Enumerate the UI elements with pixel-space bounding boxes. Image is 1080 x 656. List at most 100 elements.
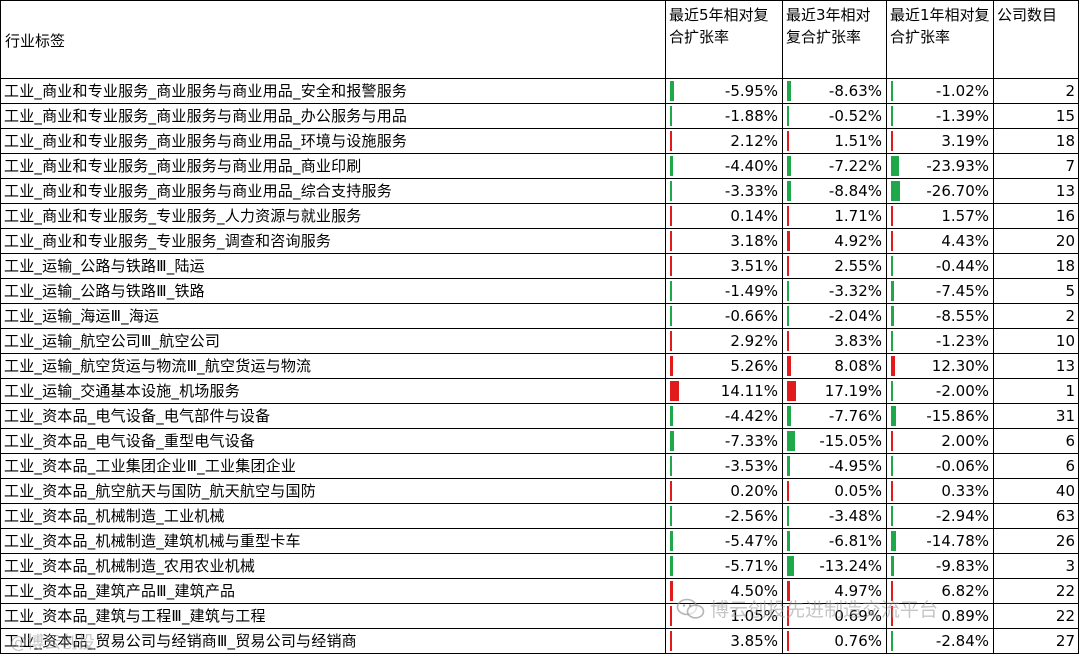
cell-value: 1.71% [834, 207, 882, 225]
row-company-count: 26 [993, 528, 1079, 554]
row-category-label: 工业_商业和专业服务_专业服务_人力资源与就业服务 [0, 203, 666, 229]
data-table-page: 行业标签 最近5年相对复合扩张率 最近3年相对复合扩张率 最近1年相对复合扩张率… [0, 0, 1080, 656]
table-row: 工业_资本品_工业集团企业Ⅲ_工业集团企业 -3.53% -4.95% -0.06% 6 [0, 453, 1079, 479]
databar [787, 456, 790, 476]
row-company-count: 27 [993, 628, 1079, 654]
cell-value: 17.19% [824, 382, 882, 400]
table-row: 工业_资本品_电气设备_重型电气设备 -7.33% -15.05% 2.00% 6 [0, 428, 1079, 454]
databar [787, 306, 789, 326]
databar [891, 406, 897, 426]
databar [787, 181, 792, 201]
industry-expansion-table: 行业标签 最近5年相对复合扩张率 最近3年相对复合扩张率 最近1年相对复合扩张率… [0, 0, 1079, 654]
cell-cagr-3y: -4.95% [782, 453, 887, 479]
cell-value: -26.70% [926, 182, 989, 200]
cell-value: -4.95% [828, 457, 882, 475]
row-category-label: 工业_资本品_航空航天与国防_航天航空与国防 [0, 478, 666, 504]
row-company-count: 18 [993, 128, 1079, 154]
row-category-label: 工业_运输_航空公司Ⅲ_航空公司 [0, 328, 666, 354]
cell-value: 0.33% [941, 482, 989, 500]
databar [891, 231, 893, 251]
databar [670, 531, 674, 551]
cell-cagr-1y: 2.00% [886, 428, 994, 454]
cell-cagr-1y: -0.44% [886, 253, 994, 279]
databar [670, 156, 673, 176]
wechat-icon [676, 598, 705, 619]
cell-cagr-5y: -5.71% [665, 553, 783, 579]
cell-value: 4.43% [941, 232, 989, 250]
cell-cagr-5y: 3.51% [665, 253, 783, 279]
table-row: 工业_商业和专业服务_商业服务与商业用品_商业印刷 -4.40% -7.22% -23… [0, 153, 1079, 179]
databar [891, 256, 893, 276]
cell-value: 12.30% [931, 357, 989, 375]
cell-value: -0.06% [935, 457, 989, 475]
row-category-label: 工业_资本品_电气设备_电气部件与设备 [0, 403, 666, 429]
databar [891, 356, 896, 376]
table-row: 工业_运输_公路与铁路Ⅲ_陆运 3.51% 2.55% -0.44% 18 [0, 253, 1079, 279]
row-company-count: 7 [993, 153, 1079, 179]
row-company-count: 5 [993, 278, 1079, 304]
row-category-label: 工业_资本品_机械制造_工业机械 [0, 503, 666, 529]
cell-cagr-1y: -15.86% [886, 403, 994, 429]
databar [787, 106, 789, 126]
cell-cagr-1y: -8.55% [886, 303, 994, 329]
cell-cagr-3y: -3.48% [782, 503, 887, 529]
databar [670, 456, 673, 476]
databar [787, 231, 790, 251]
cell-value: 2.00% [941, 432, 989, 450]
cell-cagr-1y: -9.83% [886, 553, 994, 579]
cell-value: -1.23% [935, 332, 989, 350]
watermark-right: 博云创投先进制造交流平台 [710, 599, 939, 621]
databar [787, 331, 789, 351]
cell-value: 8.08% [834, 357, 882, 375]
databar [670, 281, 672, 301]
databar [891, 431, 893, 451]
row-category-label: 工业_商业和专业服务_商业服务与商业用品_环境与设施服务 [0, 128, 666, 154]
databar [670, 506, 672, 526]
cell-cagr-3y: -2.04% [782, 303, 887, 329]
row-company-count: 22 [993, 603, 1079, 629]
cell-value: 1.57% [941, 207, 989, 225]
cell-value: -2.94% [935, 507, 989, 525]
databar [670, 206, 672, 226]
table-row: 工业_资本品_航空航天与国防_航天航空与国防 0.20% 0.05% 0.33% 40 [0, 478, 1079, 504]
row-company-count: 16 [993, 203, 1079, 229]
table-row: 工业_资本品_电气设备_电气部件与设备 -4.42% -7.76% -15.86% 31 [0, 403, 1079, 429]
cell-cagr-1y: 1.57% [886, 203, 994, 229]
cell-cagr-1y: -26.70% [886, 178, 994, 204]
databar [891, 106, 893, 126]
databar [787, 481, 789, 501]
row-category-label: 工业_资本品_建筑与工程Ⅲ_建筑与工程 [0, 603, 666, 629]
cell-cagr-3y: -15.05% [782, 428, 887, 454]
databar [787, 431, 795, 451]
databar [787, 356, 791, 376]
databar [670, 406, 673, 426]
row-company-count: 2 [993, 78, 1079, 104]
cell-value: -5.95% [724, 82, 778, 100]
cell-value: -2.04% [828, 307, 882, 325]
cell-cagr-1y: 0.33% [886, 478, 994, 504]
table-row: 工业_商业和专业服务_商业服务与商业用品_综合支持服务 -3.33% -8.84% -… [0, 178, 1079, 204]
databar [670, 381, 679, 401]
row-company-count: 63 [993, 503, 1079, 529]
cell-cagr-3y: -6.81% [782, 528, 887, 554]
cell-value: 0.14% [730, 207, 778, 225]
row-company-count: 13 [993, 178, 1079, 204]
cell-cagr-3y: -13.24% [782, 553, 887, 579]
row-company-count: 2 [993, 303, 1079, 329]
cell-value: -4.40% [724, 157, 778, 175]
cell-value: -0.44% [935, 257, 989, 275]
row-company-count: 22 [993, 578, 1079, 604]
header-cagr-3y: 最近3年相对复合扩张率 [782, 0, 887, 79]
cell-cagr-3y: 0.05% [782, 478, 887, 504]
cell-value: -3.32% [828, 282, 882, 300]
cell-cagr-3y: 1.51% [782, 128, 887, 154]
cell-value: 3.85% [730, 632, 778, 650]
databar [670, 556, 674, 576]
cell-cagr-5y: -1.49% [665, 278, 783, 304]
table-row: 工业_商业和专业服务_商业服务与商业用品_办公服务与用品 -1.88% -0.52%… [0, 103, 1079, 129]
databar [787, 406, 791, 426]
row-category-label: 工业_运输_公路与铁路Ⅲ_陆运 [0, 253, 666, 279]
cell-value: 3.51% [730, 257, 778, 275]
cell-cagr-3y: 17.19% [782, 378, 887, 404]
databar [787, 381, 796, 401]
